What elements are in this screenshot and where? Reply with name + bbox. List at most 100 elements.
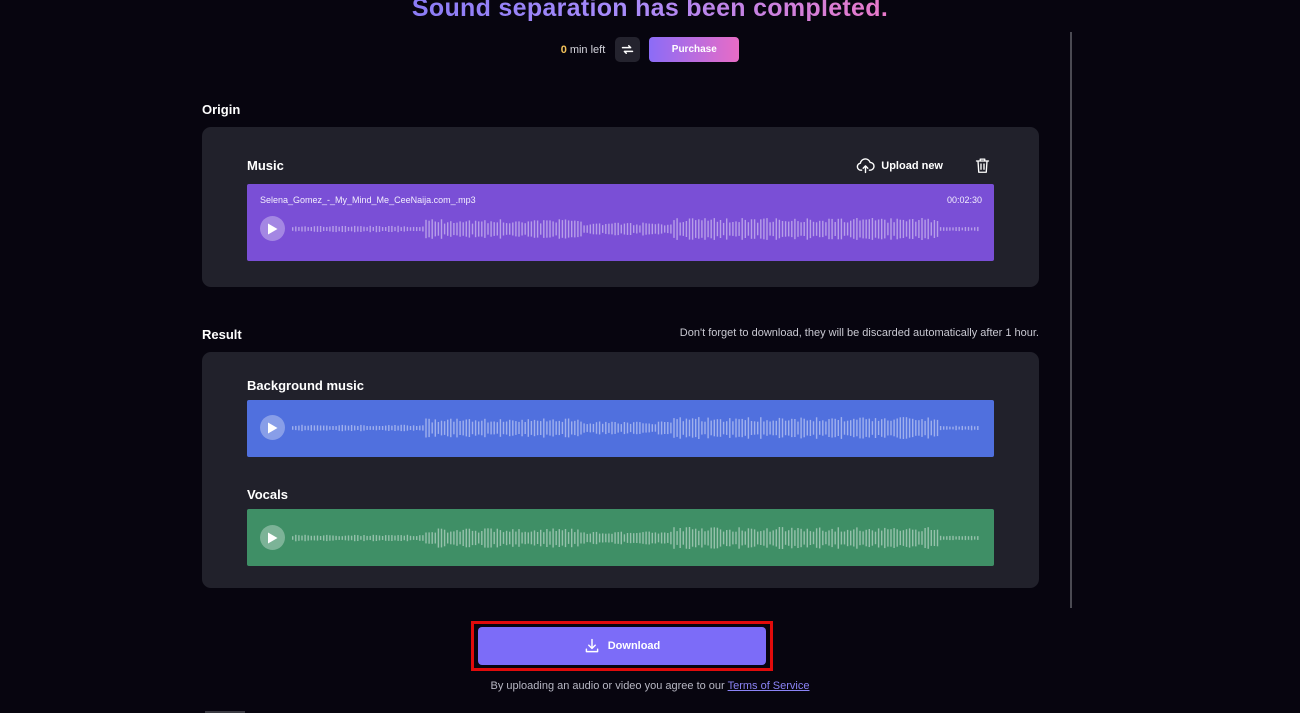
waveform-bar — [729, 529, 731, 547]
waveform-bar — [772, 420, 774, 436]
waveform-bar — [406, 534, 409, 542]
waveform-bar — [877, 528, 880, 548]
waveform-bar — [394, 535, 396, 541]
waveform-bar — [747, 417, 750, 439]
waveform-bar — [726, 530, 728, 547]
waveform-bar — [589, 224, 591, 234]
music-track-title: Music — [247, 158, 284, 173]
background-music-play-button[interactable] — [260, 415, 285, 440]
waveform-bar — [357, 535, 359, 541]
waveform-bar — [561, 421, 564, 434]
waveform-bar — [670, 422, 672, 434]
waveform-bar — [744, 219, 746, 238]
refresh-icon — [622, 45, 634, 54]
waveform-bar — [868, 219, 870, 239]
waveform-bar — [478, 421, 480, 435]
waveform-bar — [722, 531, 725, 545]
waveform-bar — [853, 529, 855, 547]
waveform-bar — [567, 418, 570, 438]
waveform-bar — [778, 219, 781, 239]
waveform-bar — [626, 533, 629, 543]
waveform-bar — [955, 227, 957, 231]
waveform-bar — [394, 425, 396, 431]
waveform-bar — [633, 225, 635, 233]
waveform-bar — [930, 530, 932, 546]
waveform-bar — [763, 530, 765, 546]
waveform-bar — [422, 535, 424, 541]
waveform-bar — [660, 421, 663, 435]
waveform-bar — [363, 226, 365, 232]
waveform-bar — [617, 532, 619, 544]
waveform-bar — [744, 420, 746, 436]
waveform-bar — [958, 536, 960, 540]
waveform-bar — [924, 219, 926, 239]
waveform-bar — [505, 530, 508, 546]
waveform-bar — [862, 219, 864, 239]
waveform-bar — [543, 532, 545, 544]
waveform-bar — [784, 531, 787, 545]
waveform-bar — [614, 422, 616, 434]
waveform-bar — [552, 419, 554, 437]
waveform-bar — [809, 219, 812, 239]
waveform-bar — [462, 529, 464, 546]
waveform-bar — [468, 220, 471, 238]
waveform-bar — [831, 528, 833, 548]
waveform-bar — [967, 536, 970, 540]
upload-new-button[interactable]: Upload new — [856, 157, 943, 174]
waveform-bar — [484, 220, 486, 238]
download-icon — [585, 638, 599, 653]
waveform-bar — [970, 227, 973, 231]
waveform-bar — [865, 219, 867, 239]
waveform-bar — [431, 219, 433, 239]
waveform-bar — [360, 424, 362, 432]
music-play-button[interactable] — [260, 216, 285, 241]
waveform-bar — [347, 227, 350, 232]
delete-button[interactable] — [975, 157, 990, 179]
waveform-bar — [567, 220, 570, 238]
waveform-bar — [710, 219, 712, 239]
waveform-bar — [639, 225, 641, 233]
waveform-bar — [874, 531, 877, 545]
waveform-bar — [961, 425, 963, 431]
waveform-bar — [391, 535, 393, 541]
waveform-bar — [859, 530, 861, 546]
waveform-bar — [453, 421, 455, 435]
waveform-bar — [403, 226, 405, 232]
waveform-bar — [505, 421, 508, 435]
terms-of-service-link[interactable]: Terms of Service — [728, 680, 810, 692]
waveform-bar — [667, 533, 669, 543]
waveform-bar — [747, 528, 750, 548]
vocals-play-button[interactable] — [260, 525, 285, 550]
waveform-bar — [775, 420, 777, 436]
waveform[interactable] — [292, 525, 982, 551]
waveform-bar — [964, 227, 967, 232]
waveform-bar — [440, 420, 443, 436]
waveform-bar — [633, 533, 635, 543]
scrollbar[interactable] — [1070, 32, 1072, 608]
waveform-bar — [400, 424, 402, 432]
download-button[interactable]: Download — [478, 627, 766, 665]
waveform-bar — [369, 535, 371, 540]
waveform-bar — [679, 528, 681, 548]
waveform-bar — [636, 533, 638, 543]
refresh-button[interactable] — [615, 37, 641, 62]
waveform-bar — [912, 529, 914, 547]
waveform-bar — [338, 425, 340, 431]
waveform-bar — [381, 536, 384, 540]
waveform-bar — [772, 530, 774, 546]
waveform-bar — [660, 224, 663, 234]
waveform-bar — [698, 417, 700, 439]
waveform-bar — [564, 418, 567, 438]
waveform-bar — [933, 220, 936, 238]
waveform-bar — [819, 527, 821, 549]
waveform-bar — [946, 536, 948, 540]
purchase-button[interactable]: Purchase — [649, 37, 740, 62]
waveform-bar — [967, 227, 970, 231]
waveform-bar — [750, 219, 753, 239]
waveform-bar — [474, 530, 477, 546]
waveform-bar — [543, 418, 545, 438]
waveform-bar — [729, 418, 731, 438]
waveform[interactable] — [292, 415, 982, 441]
waveform[interactable] — [292, 216, 982, 242]
waveform-bar — [868, 529, 870, 548]
